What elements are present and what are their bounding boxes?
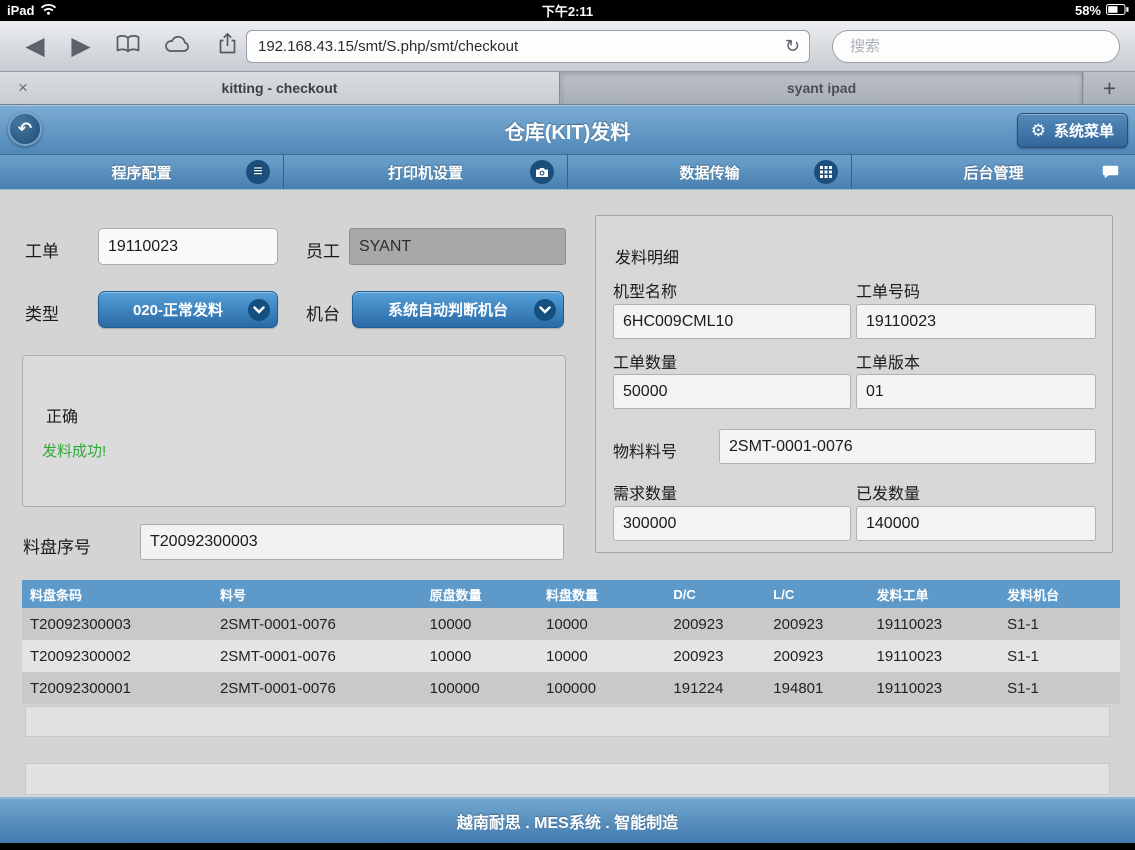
url-input[interactable]: [256, 37, 779, 56]
menu-icon: ≡: [246, 160, 270, 184]
employee-field: [349, 228, 566, 265]
issue-details-panel: 发料明细 机型名称 工单号码 工单数量 工单版本 物料料号 需求数量 已发数量: [595, 215, 1113, 553]
tab-syant-ipad[interactable]: syant ipad: [561, 72, 1083, 104]
tray-serial-input[interactable]: [140, 524, 564, 560]
order-qty-label: 工单数量: [613, 349, 677, 373]
icloud-tabs-button[interactable]: [154, 21, 200, 71]
order-version-label: 工单版本: [856, 349, 920, 373]
col-header-barcode: 料盘条码: [22, 580, 212, 608]
status-title: 正确: [46, 403, 78, 427]
tray-table: 料盘条码 料号 原盘数量 料盘数量 D/C L/C 发料工单 发料机台 T200…: [22, 580, 1120, 704]
status-bar: iPad 下午2:11 58%: [0, 0, 1135, 21]
type-dropdown[interactable]: 020-正常发料: [98, 291, 278, 328]
empty-row: [25, 706, 1110, 737]
footer-text: 越南耐思 . MES系统 . 智能制造: [457, 809, 678, 833]
tray-serial-label: 料盘序号: [23, 533, 91, 558]
nav-bar: 程序配置 ≡ 打印机设置 数据传输: [0, 155, 1135, 190]
ipad-screen: iPad 下午2:11 58%: [0, 0, 1135, 850]
table-header-row: 料盘条码 料号 原盘数量 料盘数量 D/C L/C 发料工单 发料机台: [22, 580, 1120, 608]
col-header-dc: D/C: [665, 580, 765, 608]
nav-item-program-config[interactable]: 程序配置 ≡: [0, 155, 284, 189]
order-version-field: [856, 374, 1096, 409]
chat-bubble-icon: [1098, 160, 1122, 184]
search-field[interactable]: [832, 30, 1120, 63]
chevron-down-icon: [248, 299, 270, 321]
col-header-partno: 料号: [212, 580, 422, 608]
issued-qty-label: 已发数量: [856, 480, 920, 504]
browser-forward-button[interactable]: ▶: [62, 21, 100, 71]
search-input[interactable]: [848, 37, 1104, 56]
order-qty-field: [613, 374, 851, 409]
system-menu-label: 系统菜单: [1054, 120, 1114, 141]
nav-label: 数据传输: [679, 162, 739, 183]
panel-title: 发料明细: [615, 244, 679, 268]
col-header-issue-order: 发料工单: [869, 580, 1000, 608]
table-row[interactable]: T200923000012SMT-0001-0076 100000100000 …: [22, 672, 1120, 704]
table-row[interactable]: T200923000022SMT-0001-0076 1000010000 20…: [22, 640, 1120, 672]
nav-item-data-transfer[interactable]: 数据传输: [568, 155, 852, 189]
order-number-field: [856, 304, 1096, 339]
camera-icon: [530, 160, 554, 184]
browser-back-button[interactable]: ◀: [16, 21, 54, 71]
bottom-bar: [0, 843, 1135, 850]
cloud-icon: [163, 35, 191, 58]
share-button[interactable]: [206, 21, 248, 71]
required-qty-field: [613, 506, 851, 541]
model-name-label: 机型名称: [613, 278, 677, 302]
status-message: 发料成功!: [42, 440, 106, 461]
plus-icon: +: [1103, 75, 1116, 102]
app-footer: 越南耐思 . MES系统 . 智能制造: [0, 797, 1135, 843]
chevron-down-icon: [534, 299, 556, 321]
work-order-input[interactable]: [98, 228, 278, 265]
nav-item-printer-settings[interactable]: 打印机设置: [284, 155, 568, 189]
status-message-box: 正确 发料成功!: [22, 355, 566, 507]
system-menu-button[interactable]: ⚙ 系统菜单: [1017, 113, 1128, 148]
machine-dropdown-value: 系统自动判断机台: [388, 299, 508, 320]
share-icon: [216, 32, 239, 60]
col-header-lc: L/C: [765, 580, 868, 608]
order-number-label: 工单号码: [856, 278, 920, 302]
new-tab-button[interactable]: +: [1084, 72, 1135, 104]
tab-label: syant ipad: [787, 80, 856, 96]
col-header-orig-qty: 原盘数量: [422, 580, 538, 608]
page-title: 仓库(KIT)发料: [0, 105, 1135, 155]
clock: 下午2:11: [542, 1, 593, 20]
battery-icon: [1106, 3, 1129, 18]
address-bar[interactable]: ↻: [246, 30, 810, 63]
refresh-icon[interactable]: ↻: [785, 36, 800, 57]
col-header-issue-machine: 发料机台: [999, 580, 1120, 608]
nav-label: 后台管理: [963, 162, 1023, 183]
app-header: ↶ 仓库(KIT)发料 ⚙ 系统菜单: [0, 105, 1135, 155]
table-row[interactable]: T200923000032SMT-0001-0076 1000010000 20…: [22, 608, 1120, 640]
model-name-field: [613, 304, 851, 339]
tab-kitting-checkout[interactable]: × kitting - checkout: [0, 72, 560, 104]
tab-bar: × kitting - checkout syant ipad +: [0, 72, 1135, 105]
nav-label: 打印机设置: [388, 162, 463, 183]
nav-item-backend-admin[interactable]: 后台管理: [852, 155, 1135, 189]
close-icon[interactable]: ×: [18, 78, 28, 98]
material-number-field: [719, 429, 1096, 464]
forward-arrow-icon: ▶: [71, 34, 90, 59]
book-icon: [115, 34, 141, 58]
bookmarks-button[interactable]: [106, 21, 150, 71]
col-header-tray-qty: 料盘数量: [538, 580, 665, 608]
machine-label: 机台: [306, 300, 340, 325]
gear-icon: ⚙: [1031, 122, 1046, 139]
work-order-label: 工单: [25, 237, 59, 262]
nav-label: 程序配置: [111, 162, 171, 183]
battery-percent: 58%: [1075, 3, 1101, 18]
browser-toolbar: ◀ ▶: [0, 21, 1135, 72]
issued-qty-field: [856, 506, 1096, 541]
back-arrow-icon: ◀: [25, 34, 44, 59]
material-number-label: 物料料号: [613, 438, 677, 462]
type-label: 类型: [25, 300, 59, 325]
tab-label: kitting - checkout: [222, 80, 338, 96]
required-qty-label: 需求数量: [613, 480, 677, 504]
empty-row: [25, 763, 1110, 795]
type-dropdown-value: 020-正常发料: [133, 299, 223, 320]
machine-dropdown[interactable]: 系统自动判断机台: [352, 291, 564, 328]
employee-label: 员工: [306, 237, 340, 262]
grid-icon: [814, 160, 838, 184]
